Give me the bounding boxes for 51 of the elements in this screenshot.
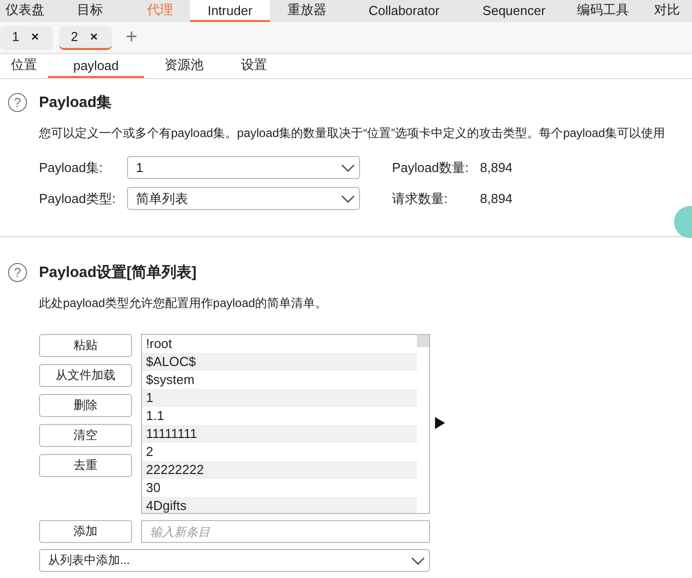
sub-tab[interactable]: 位置 xyxy=(0,54,48,78)
sub-tab[interactable]: 资源池 xyxy=(144,54,224,78)
stat-value: 8,894 xyxy=(480,191,514,206)
close-icon[interactable]: × xyxy=(31,29,39,44)
dropdown[interactable]: 从列表中添加... xyxy=(39,549,430,572)
tab-label: 1 xyxy=(12,29,20,44)
stat-value: 8,894 xyxy=(480,160,514,175)
triangle-right-icon[interactable] xyxy=(435,417,445,429)
list-item[interactable]: 1 xyxy=(142,389,417,407)
attack-tab[interactable]: 1 × xyxy=(0,26,53,50)
main-tab[interactable]: 重放器 xyxy=(270,0,344,22)
dropdown[interactable]: 1 xyxy=(127,156,360,179)
field-label: Payload集: xyxy=(39,158,104,176)
chevron-down-icon xyxy=(411,556,425,564)
list-item[interactable]: 11111111 xyxy=(142,425,417,443)
stat-label: Payload数量: xyxy=(392,158,470,176)
list-action-button[interactable]: 删除 xyxy=(39,394,132,417)
sub-tab[interactable]: payload xyxy=(48,54,144,78)
help-icon[interactable]: ? xyxy=(8,263,27,282)
list-action-button[interactable]: 清空 xyxy=(39,424,132,447)
list-action-button[interactable]: 去重 xyxy=(39,454,132,477)
tab-label: 2 xyxy=(70,29,78,44)
chevron-down-icon xyxy=(341,194,355,202)
scrollbar-thumb[interactable] xyxy=(417,335,429,347)
list-item[interactable]: 4Dgifts xyxy=(142,497,417,513)
section-description: 此处payload类型允许您配置用作payload的简单清单。 xyxy=(39,295,328,312)
main-tab[interactable]: 对比 xyxy=(642,0,692,22)
main-tab[interactable]: 编码工具 xyxy=(564,0,642,22)
chevron-down-icon xyxy=(341,164,355,172)
stat-label: 请求数量: xyxy=(392,190,449,208)
help-icon[interactable]: ? xyxy=(8,93,27,112)
list-action-button[interactable]: 粘贴 xyxy=(39,334,132,357)
attack-tab[interactable]: 2 × xyxy=(58,26,112,50)
main-tab[interactable]: Collaborator xyxy=(344,0,464,22)
add-button[interactable]: 添加 xyxy=(39,520,132,543)
list-action-button[interactable]: 从文件加载 xyxy=(39,364,132,387)
list-item[interactable]: 22222222 xyxy=(142,461,417,479)
field-label: Payload类型: xyxy=(39,190,117,208)
input-field[interactable]: 输入新条目 xyxy=(141,520,430,543)
section-description: 您可以定义一个或多个有payload集。payload集的数量取决于“位置”选项卡中定义的攻击类型。每个payload集可以使用 xyxy=(39,125,666,142)
main-tab[interactable]: 目标 xyxy=(50,0,130,22)
main-tab[interactable]: Sequencer xyxy=(464,0,564,22)
section-title: Payload集 xyxy=(39,93,112,112)
add-tab-button[interactable]: + xyxy=(126,26,138,49)
close-icon[interactable]: × xyxy=(90,29,98,44)
sub-tab[interactable]: 设置 xyxy=(224,54,284,78)
main-tab[interactable]: Intruder xyxy=(190,0,270,22)
main-tab[interactable]: 仪表盘 xyxy=(0,0,50,22)
list-item[interactable]: $ALOC$ xyxy=(142,353,417,371)
section-title: Payload设置[简单列表] xyxy=(39,263,197,282)
dropdown[interactable]: 简单列表 xyxy=(127,187,360,210)
